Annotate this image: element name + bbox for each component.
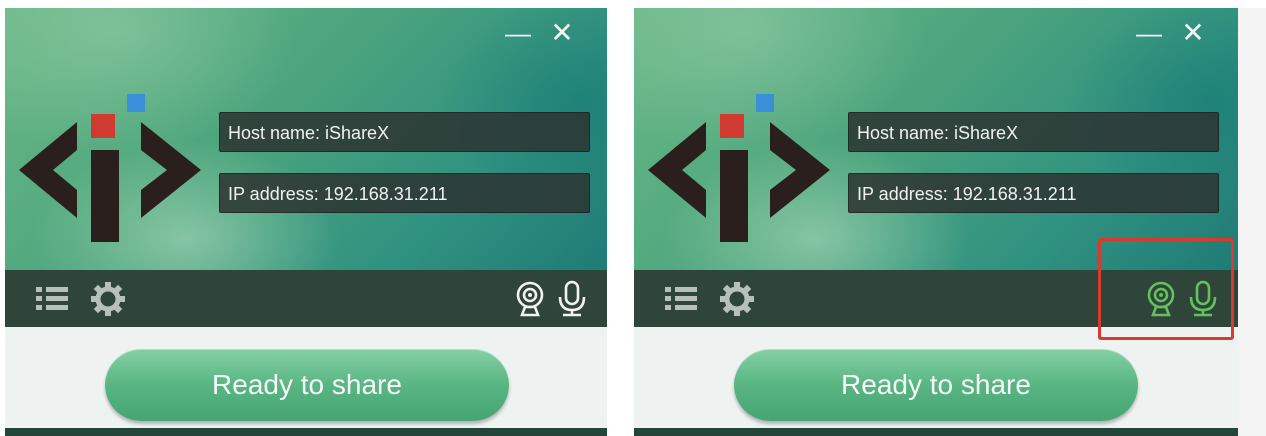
adjacent-window-edge [1238, 8, 1266, 436]
minimize-button[interactable]: — [503, 18, 533, 48]
header-area: — ✕ Host name: iShareX IP address: 192.1… [634, 8, 1238, 270]
list-menu-icon[interactable] [33, 280, 71, 318]
app-window-default: — ✕ Host name: iShareX IP address: 192.1… [5, 8, 607, 436]
settings-gear-icon[interactable] [718, 280, 756, 318]
minimize-button[interactable]: — [1134, 18, 1164, 48]
close-button[interactable]: ✕ [547, 18, 577, 48]
bottom-divider [634, 428, 1238, 436]
footer-area: Ready to share [634, 327, 1238, 436]
footer-area: Ready to share [5, 327, 607, 436]
settings-gear-icon[interactable] [89, 280, 127, 318]
bottom-divider [5, 428, 607, 436]
list-menu-icon[interactable] [662, 280, 700, 318]
host-name-field: Host name: iShareX [848, 112, 1219, 152]
app-logo [648, 94, 830, 242]
app-logo [19, 94, 201, 242]
app-window-highlighted: — ✕ Host name: iShareX IP address: 192.1… [634, 8, 1238, 436]
header-area: — ✕ Host name: iShareX IP address: 192.1… [5, 8, 607, 270]
close-button[interactable]: ✕ [1178, 18, 1208, 48]
ready-to-share-button[interactable]: Ready to share [734, 349, 1138, 421]
ip-address-field: IP address: 192.168.31.211 [219, 173, 590, 213]
microphone-icon[interactable] [1184, 280, 1222, 318]
ready-to-share-button[interactable]: Ready to share [105, 349, 509, 421]
toolbar [634, 270, 1238, 327]
webcam-icon[interactable] [1142, 280, 1180, 318]
microphone-icon[interactable] [553, 280, 591, 318]
host-name-field: Host name: iShareX [219, 112, 590, 152]
ip-address-field: IP address: 192.168.31.211 [848, 173, 1219, 213]
toolbar [5, 270, 607, 327]
webcam-icon[interactable] [511, 280, 549, 318]
